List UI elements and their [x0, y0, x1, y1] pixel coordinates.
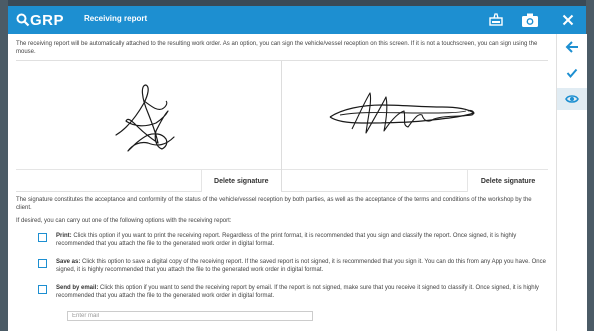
options-intro-text: If desired, you can carry out one of the… [16, 218, 232, 224]
option-save-as-text: Save as: Click this option to save a dig… [56, 258, 548, 274]
arrow-left-icon [565, 41, 578, 53]
signature-pad-right[interactable]: Delete signature [282, 61, 548, 192]
signature-pad-left[interactable]: Delete signature [16, 61, 282, 192]
background-app-left [0, 0, 8, 331]
option-print-text: Print: Click this option if you want to … [56, 232, 548, 248]
back-button[interactable] [557, 36, 587, 58]
option-print-label: Print: [56, 233, 72, 239]
option-send-email-text: Send by email: Click this option if you … [56, 284, 548, 300]
signature-footer-right: Delete signature [282, 169, 548, 192]
option-send-email-description: Click this option if you want to send th… [56, 285, 539, 299]
signature-footer-spacer [16, 170, 202, 192]
search-logo-icon [16, 13, 30, 27]
email-input[interactable] [67, 311, 313, 321]
modal-title: Receiving report [84, 14, 148, 23]
delete-signature-left-button[interactable]: Delete signature [200, 170, 281, 192]
delete-signature-right-button[interactable]: Delete signature [467, 170, 548, 192]
signature-drawing-right [329, 92, 475, 134]
close-icon[interactable] [558, 10, 578, 30]
intro-text: The receiving report will be automatical… [16, 41, 538, 55]
close-glyph-icon [562, 14, 574, 26]
eye-icon [565, 95, 579, 103]
background-app-right [586, 0, 594, 331]
send-email-checkbox[interactable] [38, 285, 47, 294]
receiving-report-content: The receiving report will be automatical… [8, 34, 556, 331]
modal-titlebar: GRP Receiving report [8, 6, 586, 34]
save-as-checkbox[interactable] [38, 259, 47, 268]
camera-icon[interactable] [520, 10, 540, 30]
print-checkbox[interactable] [38, 233, 47, 242]
signature-area: Delete signature Delete signature [16, 60, 548, 192]
option-save-as-description: Click this option to save a digital copy… [56, 259, 546, 273]
app-logo: GRP [16, 10, 64, 30]
signature-footer-spacer [282, 170, 468, 192]
confirm-button[interactable] [557, 62, 587, 84]
option-print-description: Click this option if you want to print t… [56, 233, 517, 247]
signature-pad-icon[interactable] [486, 10, 506, 30]
signature-drawing-left [115, 84, 175, 152]
option-send-email-label: Send by email: [56, 285, 99, 291]
option-save-as-label: Save as: [56, 259, 81, 265]
signature-footer-left: Delete signature [16, 169, 281, 192]
logo-text: GRP [30, 11, 65, 29]
right-toolbar [556, 34, 587, 331]
check-icon [566, 68, 578, 79]
camera-glyph-icon [522, 13, 538, 27]
view-button[interactable] [557, 88, 587, 110]
signature-pad-glyph-icon [489, 13, 503, 26]
conformity-text: The signature constitutes the acceptance… [16, 197, 532, 211]
